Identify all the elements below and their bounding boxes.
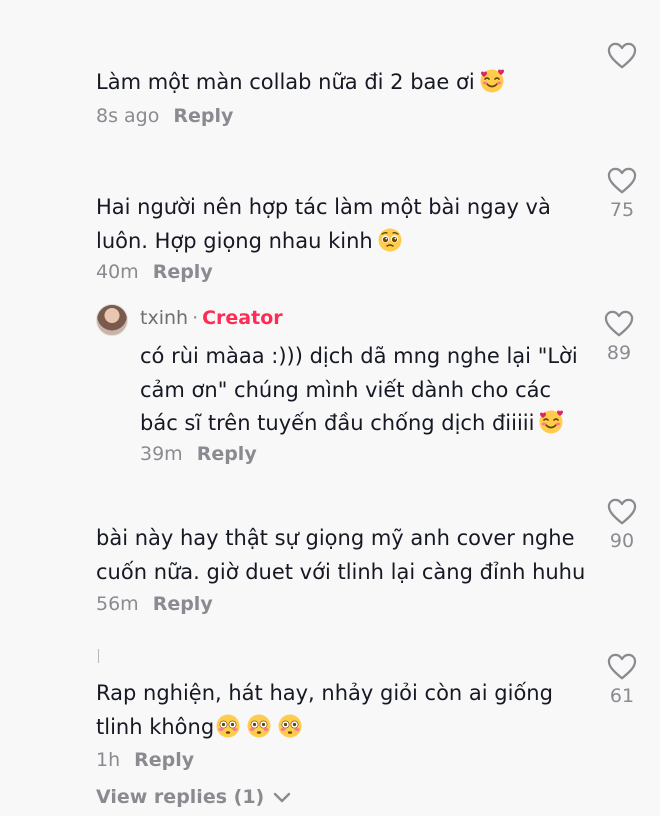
like-button[interactable]: 61 — [592, 653, 652, 707]
comment-text-line: luôn. Hợp giọng nhau kinh — [96, 224, 403, 258]
comment-text-line: cảm ơn" chúng mình viết dành cho các — [140, 378, 552, 402]
comment-meta: 56m Reply — [96, 592, 213, 616]
comment-meta: 8s ago Reply — [96, 104, 233, 128]
heart-outline-icon — [604, 310, 634, 338]
comment-time: 8s ago — [96, 105, 160, 127]
avatar[interactable] — [96, 304, 128, 336]
comment-text-line: Rap nghiện, hát hay, nhảy giỏi còn ai gi… — [96, 681, 553, 705]
separator-dot: · — [192, 307, 199, 329]
like-button[interactable]: 75 — [592, 167, 652, 221]
reply-button[interactable]: Reply — [173, 105, 233, 127]
like-button[interactable]: 90 — [592, 498, 652, 552]
comment-text-line: cuốn nữa. giờ duet với tlinh lại càng đỉ… — [96, 560, 586, 584]
smiling-face-with-hearts-emoji — [479, 68, 505, 94]
like-count: 89 — [606, 342, 632, 364]
like-button[interactable] — [592, 42, 652, 74]
heart-outline-icon — [607, 653, 637, 681]
comment-text: Làm một màn collab nữa đi 2 bae ơi — [96, 65, 505, 99]
comment-meta: 40m Reply — [96, 260, 213, 284]
heart-outline-icon — [607, 42, 637, 70]
comment-time: 56m — [96, 593, 139, 615]
like-count: 75 — [609, 199, 635, 221]
author-name[interactable]: txinh — [140, 307, 188, 329]
comment-text-line: có rùi màaa :))) dịch dã mng nghe lại "L… — [140, 344, 578, 368]
flushed-face-emoji — [277, 713, 303, 739]
reply-button[interactable]: Reply — [134, 749, 194, 771]
comment-meta: 39m Reply — [140, 442, 257, 466]
like-count: 61 — [609, 685, 635, 707]
heart-outline-icon — [607, 498, 637, 526]
comment-time: 39m — [140, 443, 183, 465]
comment-text-line: tlinh không — [96, 710, 303, 744]
comment-time: 1h — [96, 749, 121, 771]
view-replies-button[interactable]: View replies (1) — [96, 786, 291, 808]
like-count: 90 — [609, 530, 635, 552]
flushed-face-emoji — [215, 713, 241, 739]
smiling-face-with-hearts-emoji — [538, 409, 564, 435]
reply-button[interactable]: Reply — [197, 443, 257, 465]
creator-badge: Creator — [202, 307, 283, 329]
comment-meta: 1h Reply — [96, 748, 194, 772]
comment-text-line: bài này hay thật sự giọng mỹ anh cover n… — [96, 526, 575, 550]
heart-outline-icon — [607, 167, 637, 195]
pleading-face-emoji — [377, 227, 403, 253]
reply-button[interactable]: Reply — [153, 261, 213, 283]
comment-text-line: Hai người nên hợp tác làm một bài ngay v… — [96, 195, 551, 219]
chevron-down-icon — [273, 792, 291, 803]
reply-author-row: txinh · Creator — [140, 306, 283, 330]
like-button[interactable]: 89 — [589, 310, 649, 364]
reply-button[interactable]: Reply — [153, 593, 213, 615]
flushed-face-emoji — [246, 713, 272, 739]
view-replies-label: View replies (1) — [96, 786, 265, 808]
comment-time: 40m — [96, 261, 139, 283]
divider — [98, 649, 99, 663]
comment-text-line: bác sĩ trên tuyến đầu chống dịch điiiii — [140, 406, 564, 440]
